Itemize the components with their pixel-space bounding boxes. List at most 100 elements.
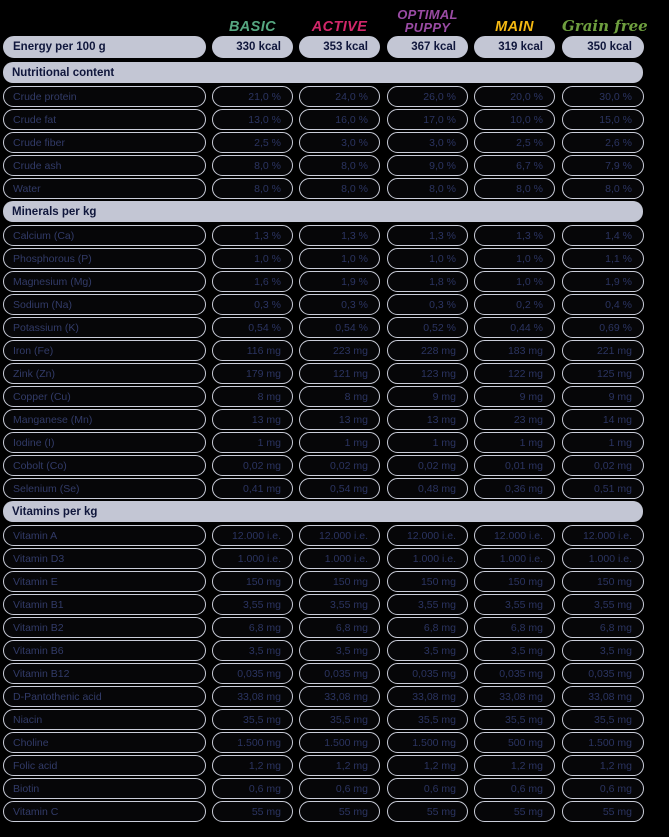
- row-value-active: 0,02 mg: [299, 455, 380, 476]
- row-value-main: 33,08 mg: [474, 686, 555, 707]
- table-row: Choline 1.500 mg 1.500 mg 1.500 mg 500 mg 1.5…: [0, 732, 669, 755]
- row-value-active: 0,035 mg: [299, 663, 380, 684]
- row-value-basic: 2,5 %: [212, 132, 293, 153]
- table-row: Biotin 0,6 mg 0,6 mg 0,6 mg 0,6 mg 0,6 mg: [0, 778, 669, 801]
- row-value-active: 33,08 mg: [299, 686, 380, 707]
- row-value-active: 3,55 mg: [299, 594, 380, 615]
- row-value-active: 1,0 %: [299, 248, 380, 269]
- row-value-main: 0,6 mg: [474, 778, 555, 799]
- brand-label-basic-text: BASIC: [228, 18, 277, 35]
- row-value-grain: 150 mg: [562, 571, 644, 592]
- row-value-active: 1,9 %: [299, 271, 380, 292]
- row-label: Manganese (Mn): [3, 409, 206, 430]
- row-value-grain: 0,4 %: [562, 294, 644, 315]
- section-header-row: Nutritional content: [0, 62, 669, 86]
- row-label: Copper (Cu): [3, 386, 206, 407]
- row-label: Vitamin D3: [3, 548, 206, 569]
- table-row: Zink (Zn) 179 mg 121 mg 123 mg 122 mg 125 mg: [0, 363, 669, 386]
- row-value-active: 3,0 %: [299, 132, 380, 153]
- section-header-row: Vitamins per kg: [0, 501, 669, 525]
- row-value-optimal: 1 mg: [387, 432, 468, 453]
- row-value-optimal: 0,6 mg: [387, 778, 468, 799]
- row-value-active: 1 mg: [299, 432, 380, 453]
- row-value-grain: 1,1 %: [562, 248, 644, 269]
- row-value-main: 35,5 mg: [474, 709, 555, 730]
- row-label: Selenium (Se): [3, 478, 206, 499]
- brand-label-grain: Grain free: [562, 19, 648, 36]
- row-value-main: 150 mg: [474, 571, 555, 592]
- row-value-optimal: 1.000 i.e.: [387, 548, 468, 569]
- row-value-main: 3,5 mg: [474, 640, 555, 661]
- table-row: Cobolt (Co) 0,02 mg 0,02 mg 0,02 mg 0,01 mg 0…: [0, 455, 669, 478]
- brand-header-active: ACTIVE: [299, 0, 380, 36]
- row-value-optimal: 55 mg: [387, 801, 468, 822]
- row-value-grain: 9 mg: [562, 386, 644, 407]
- table-row: Manganese (Mn) 13 mg 13 mg 13 mg 23 mg 14 mg: [0, 409, 669, 432]
- row-value-optimal: 1,3 %: [387, 225, 468, 246]
- brand-label-active: ACTIVE: [299, 19, 380, 37]
- row-label: Crude ash: [3, 155, 206, 176]
- row-value-active: 8,0 %: [299, 178, 380, 199]
- row-value-active: 0,3 %: [299, 294, 380, 315]
- row-value-basic: 1 mg: [212, 432, 293, 453]
- row-label: Crude fiber: [3, 132, 206, 153]
- row-value-active: 16,0 %: [299, 109, 380, 130]
- row-value-grain: 0,035 mg: [562, 663, 644, 684]
- row-value-optimal: 3,5 mg: [387, 640, 468, 661]
- row-value-basic: 116 mg: [212, 340, 293, 361]
- row-label: D-Pantothenic acid: [3, 686, 206, 707]
- row-value-active: 0,6 mg: [299, 778, 380, 799]
- row-value-optimal: 3,55 mg: [387, 594, 468, 615]
- brand-header-basic: BASIC: [212, 0, 293, 36]
- table-row: Crude fat 13,0 % 16,0 % 17,0 % 10,0 % 15,0 %: [0, 109, 669, 132]
- row-value-optimal: 0,48 mg: [387, 478, 468, 499]
- nutrition-comparison-table: BASIC ACTIVE OPTIMAL PUPPY MAIN Grain free En…: [0, 0, 669, 837]
- row-value-basic: 0,3 %: [212, 294, 293, 315]
- row-value-active: 150 mg: [299, 571, 380, 592]
- table-row: Vitamin D3 1.000 i.e. 1.000 i.e. 1.000 i.e.…: [0, 548, 669, 571]
- table-sections: Nutritional content Crude protein 21,0 % 24…: [0, 62, 669, 824]
- table-row: Vitamin E 150 mg 150 mg 150 mg 150 mg 150 mg: [0, 571, 669, 594]
- row-value-active: 8 mg: [299, 386, 380, 407]
- row-value-main: 0,035 mg: [474, 663, 555, 684]
- brand-label-basic: BASIC: [212, 18, 293, 37]
- row-value-main: 0,36 mg: [474, 478, 555, 499]
- row-value-main: 1,2 mg: [474, 755, 555, 776]
- row-value-basic: 8 mg: [212, 386, 293, 407]
- row-value-main: 55 mg: [474, 801, 555, 822]
- table-row: Sodium (Na) 0,3 % 0,3 % 0,3 % 0,2 % 0,4 %: [0, 294, 669, 317]
- row-value-main: 20,0 %: [474, 86, 555, 107]
- row-value-optimal: 12.000 i.e.: [387, 525, 468, 546]
- row-label: Vitamin B1: [3, 594, 206, 615]
- row-value-main: 122 mg: [474, 363, 555, 384]
- row-value-grain: 2,6 %: [562, 132, 644, 153]
- row-value-optimal: 3,0 %: [387, 132, 468, 153]
- row-label: Vitamin B2: [3, 617, 206, 638]
- row-value-grain: 1,9 %: [562, 271, 644, 292]
- row-value-optimal: 1,0 %: [387, 248, 468, 269]
- row-value-optimal: 0,035 mg: [387, 663, 468, 684]
- brand-label-main: MAIN: [474, 19, 555, 37]
- row-value-main: 1,0 %: [474, 271, 555, 292]
- row-value-grain: 1,4 %: [562, 225, 644, 246]
- table-row: Crude protein 21,0 % 24,0 % 26,0 % 20,0 % 30,…: [0, 86, 669, 109]
- row-label: Potassium (K): [3, 317, 206, 338]
- row-label: Phosphorous (P): [3, 248, 206, 269]
- row-label: Iodine (I): [3, 432, 206, 453]
- row-value-optimal: 8,0 %: [387, 178, 468, 199]
- row-label: Sodium (Na): [3, 294, 206, 315]
- row-value-grain: 15,0 %: [562, 109, 644, 130]
- row-value-basic: 21,0 %: [212, 86, 293, 107]
- row-value-basic: 179 mg: [212, 363, 293, 384]
- row-value-grain: 1,2 mg: [562, 755, 644, 776]
- section-title: Minerals per kg: [3, 201, 643, 222]
- row-value-main: 2,5 %: [474, 132, 555, 153]
- row-value-grain: 1.500 mg: [562, 732, 644, 753]
- row-value-main: 0,2 %: [474, 294, 555, 315]
- table-row: Copper (Cu) 8 mg 8 mg 9 mg 9 mg 9 mg: [0, 386, 669, 409]
- section-header-row: Minerals per kg: [0, 201, 669, 225]
- brand-header-grain: Grain free: [562, 0, 648, 36]
- row-value-optimal: 0,52 %: [387, 317, 468, 338]
- brand-label-optimal-line1: OPTIMAL: [397, 6, 458, 22]
- brand-header-main: MAIN: [474, 0, 555, 36]
